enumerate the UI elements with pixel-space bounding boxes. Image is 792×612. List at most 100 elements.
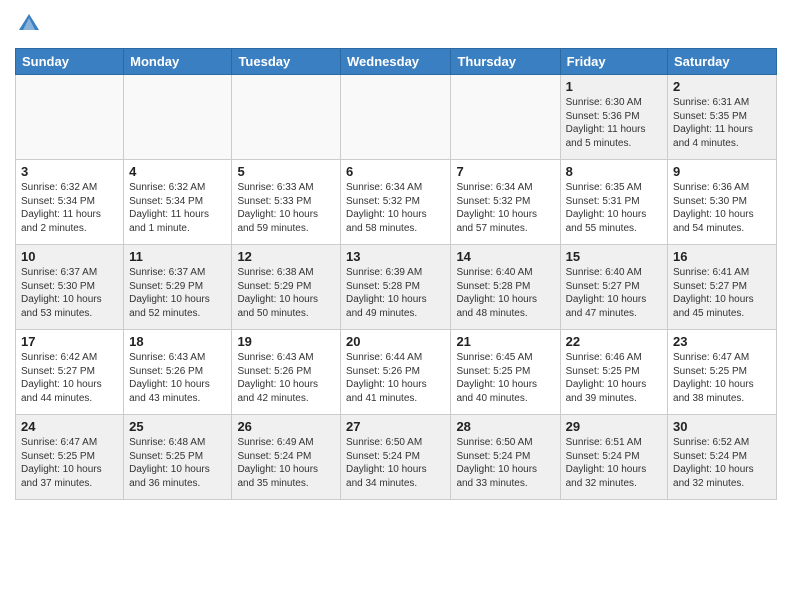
week-row-0: 1Sunrise: 6:30 AM Sunset: 5:36 PM Daylig… xyxy=(16,75,777,160)
day-info: Sunrise: 6:32 AM Sunset: 5:34 PM Dayligh… xyxy=(21,181,118,235)
day-info: Sunrise: 6:32 AM Sunset: 5:34 PM Dayligh… xyxy=(129,181,226,235)
calendar-cell-w4d5: 29 Sunrise: 6:51 AM Sunset: 5:24 PM Dayli… xyxy=(560,415,667,500)
day-info: Sunrise: 6:51 AM Sunset: 5:24 PM Dayligh… xyxy=(566,436,662,490)
day-info: Sunrise: 6:47 AM Sunset: 5:25 PM Dayligh… xyxy=(21,436,118,490)
day-info: Sunrise: 6:40 AM Sunset: 5:28 PM Dayligh… xyxy=(456,266,554,320)
day-number: 18 xyxy=(129,334,226,349)
day-number: 9 xyxy=(673,164,771,179)
day-number: 8 xyxy=(566,164,662,179)
calendar-cell-w0d6: 2Sunrise: 6:31 AM Sunset: 5:35 PM Daylig… xyxy=(668,75,777,160)
calendar-cell-w1d5: 8 Sunrise: 6:35 AM Sunset: 5:31 PM Daylig… xyxy=(560,160,667,245)
day-number: 19 xyxy=(237,334,335,349)
calendar-cell-w0d0 xyxy=(16,75,124,160)
day-number: 12 xyxy=(237,249,335,264)
day-info: Sunrise: 6:49 AM Sunset: 5:24 PM Dayligh… xyxy=(237,436,335,490)
calendar-cell-w1d2: 5 Sunrise: 6:33 AM Sunset: 5:33 PM Daylig… xyxy=(232,160,341,245)
day-info: Sunrise: 6:42 AM Sunset: 5:27 PM Dayligh… xyxy=(21,351,118,405)
day-number: 24 xyxy=(21,419,118,434)
day-number: 17 xyxy=(21,334,118,349)
calendar-cell-w3d4: 21 Sunrise: 6:45 AM Sunset: 5:25 PM Dayli… xyxy=(451,330,560,415)
day-number: 29 xyxy=(566,419,662,434)
calendar-cell-w4d4: 28 Sunrise: 6:50 AM Sunset: 5:24 PM Dayli… xyxy=(451,415,560,500)
calendar-cell-w2d3: 13Sunrise: 6:39 AM Sunset: 5:28 PM Dayli… xyxy=(341,245,451,330)
day-number: 26 xyxy=(237,419,335,434)
calendar-header-saturday: Saturday xyxy=(668,49,777,75)
calendar-cell-w1d4: 7 Sunrise: 6:34 AM Sunset: 5:32 PM Daylig… xyxy=(451,160,560,245)
day-info: Sunrise: 6:48 AM Sunset: 5:25 PM Dayligh… xyxy=(129,436,226,490)
calendar-cell-w0d4 xyxy=(451,75,560,160)
day-info: Sunrise: 6:50 AM Sunset: 5:24 PM Dayligh… xyxy=(456,436,554,490)
week-row-1: 3 Sunrise: 6:32 AM Sunset: 5:34 PM Daylig… xyxy=(16,160,777,245)
day-info: Sunrise: 6:34 AM Sunset: 5:32 PM Dayligh… xyxy=(346,181,445,235)
calendar-cell-w3d1: 18 Sunrise: 6:43 AM Sunset: 5:26 PM Dayli… xyxy=(124,330,232,415)
day-number: 27 xyxy=(346,419,445,434)
logo-icon xyxy=(15,10,43,38)
calendar-header-friday: Friday xyxy=(560,49,667,75)
day-info: Sunrise: 6:44 AM Sunset: 5:26 PM Dayligh… xyxy=(346,351,445,405)
calendar-header-sunday: Sunday xyxy=(16,49,124,75)
calendar-table: SundayMondayTuesdayWednesdayThursdayFrid… xyxy=(15,48,777,500)
day-info: Sunrise: 6:43 AM Sunset: 5:26 PM Dayligh… xyxy=(129,351,226,405)
day-info: Sunrise: 6:37 AM Sunset: 5:29 PM Dayligh… xyxy=(129,266,226,320)
calendar-header-wednesday: Wednesday xyxy=(341,49,451,75)
day-number: 3 xyxy=(21,164,118,179)
day-number: 28 xyxy=(456,419,554,434)
calendar-cell-w4d3: 27 Sunrise: 6:50 AM Sunset: 5:24 PM Dayli… xyxy=(341,415,451,500)
day-info: Sunrise: 6:41 AM Sunset: 5:27 PM Dayligh… xyxy=(673,266,771,320)
day-info: Sunrise: 6:35 AM Sunset: 5:31 PM Dayligh… xyxy=(566,181,662,235)
day-info: Sunrise: 6:34 AM Sunset: 5:32 PM Dayligh… xyxy=(456,181,554,235)
calendar-cell-w3d3: 20 Sunrise: 6:44 AM Sunset: 5:26 PM Dayli… xyxy=(341,330,451,415)
day-info: Sunrise: 6:36 AM Sunset: 5:30 PM Dayligh… xyxy=(673,181,771,235)
calendar-cell-w3d0: 17 Sunrise: 6:42 AM Sunset: 5:27 PM Dayli… xyxy=(16,330,124,415)
calendar-cell-w2d4: 14 Sunrise: 6:40 AM Sunset: 5:28 PM Dayli… xyxy=(451,245,560,330)
calendar-cell-w2d5: 15 Sunrise: 6:40 AM Sunset: 5:27 PM Dayli… xyxy=(560,245,667,330)
day-number: 16 xyxy=(673,249,771,264)
day-info: Sunrise: 6:46 AM Sunset: 5:25 PM Dayligh… xyxy=(566,351,662,405)
calendar-cell-w4d2: 26 Sunrise: 6:49 AM Sunset: 5:24 PM Dayli… xyxy=(232,415,341,500)
day-number: 21 xyxy=(456,334,554,349)
calendar-cell-w1d1: 4 Sunrise: 6:32 AM Sunset: 5:34 PM Daylig… xyxy=(124,160,232,245)
logo xyxy=(15,10,47,38)
day-number: 20 xyxy=(346,334,445,349)
day-info: Sunrise: 6:37 AM Sunset: 5:30 PM Dayligh… xyxy=(21,266,118,320)
calendar-cell-w3d2: 19Sunrise: 6:43 AM Sunset: 5:26 PM Dayli… xyxy=(232,330,341,415)
day-number: 4 xyxy=(129,164,226,179)
day-info: Sunrise: 6:50 AM Sunset: 5:24 PM Dayligh… xyxy=(346,436,445,490)
calendar-cell-w0d2 xyxy=(232,75,341,160)
day-info: Sunrise: 6:33 AM Sunset: 5:33 PM Dayligh… xyxy=(237,181,335,235)
day-number: 5 xyxy=(237,164,335,179)
calendar-cell-w0d5: 1Sunrise: 6:30 AM Sunset: 5:36 PM Daylig… xyxy=(560,75,667,160)
day-number: 7 xyxy=(456,164,554,179)
day-number: 14 xyxy=(456,249,554,264)
day-info: Sunrise: 6:40 AM Sunset: 5:27 PM Dayligh… xyxy=(566,266,662,320)
week-row-2: 10Sunrise: 6:37 AM Sunset: 5:30 PM Dayli… xyxy=(16,245,777,330)
calendar-cell-w4d1: 25 Sunrise: 6:48 AM Sunset: 5:25 PM Dayli… xyxy=(124,415,232,500)
day-info: Sunrise: 6:52 AM Sunset: 5:24 PM Dayligh… xyxy=(673,436,771,490)
day-number: 13 xyxy=(346,249,445,264)
calendar-cell-w0d1 xyxy=(124,75,232,160)
day-number: 6 xyxy=(346,164,445,179)
calendar-header-thursday: Thursday xyxy=(451,49,560,75)
page: SundayMondayTuesdayWednesdayThursdayFrid… xyxy=(0,0,792,515)
calendar-cell-w3d5: 22 Sunrise: 6:46 AM Sunset: 5:25 PM Dayli… xyxy=(560,330,667,415)
day-number: 2 xyxy=(673,79,771,94)
day-number: 25 xyxy=(129,419,226,434)
week-row-3: 17 Sunrise: 6:42 AM Sunset: 5:27 PM Dayli… xyxy=(16,330,777,415)
calendar-cell-w1d0: 3 Sunrise: 6:32 AM Sunset: 5:34 PM Daylig… xyxy=(16,160,124,245)
calendar-cell-w0d3 xyxy=(341,75,451,160)
calendar-header-tuesday: Tuesday xyxy=(232,49,341,75)
day-info: Sunrise: 6:47 AM Sunset: 5:25 PM Dayligh… xyxy=(673,351,771,405)
calendar-cell-w1d3: 6 Sunrise: 6:34 AM Sunset: 5:32 PM Daylig… xyxy=(341,160,451,245)
calendar-cell-w4d6: 30 Sunrise: 6:52 AM Sunset: 5:24 PM Dayli… xyxy=(668,415,777,500)
day-number: 22 xyxy=(566,334,662,349)
day-number: 1 xyxy=(566,79,662,94)
calendar-header-monday: Monday xyxy=(124,49,232,75)
week-row-4: 24 Sunrise: 6:47 AM Sunset: 5:25 PM Dayli… xyxy=(16,415,777,500)
day-info: Sunrise: 6:38 AM Sunset: 5:29 PM Dayligh… xyxy=(237,266,335,320)
day-number: 30 xyxy=(673,419,771,434)
day-number: 15 xyxy=(566,249,662,264)
calendar-cell-w4d0: 24 Sunrise: 6:47 AM Sunset: 5:25 PM Dayli… xyxy=(16,415,124,500)
calendar-header-row: SundayMondayTuesdayWednesdayThursdayFrid… xyxy=(16,49,777,75)
calendar-cell-w1d6: 9 Sunrise: 6:36 AM Sunset: 5:30 PM Daylig… xyxy=(668,160,777,245)
day-info: Sunrise: 6:45 AM Sunset: 5:25 PM Dayligh… xyxy=(456,351,554,405)
